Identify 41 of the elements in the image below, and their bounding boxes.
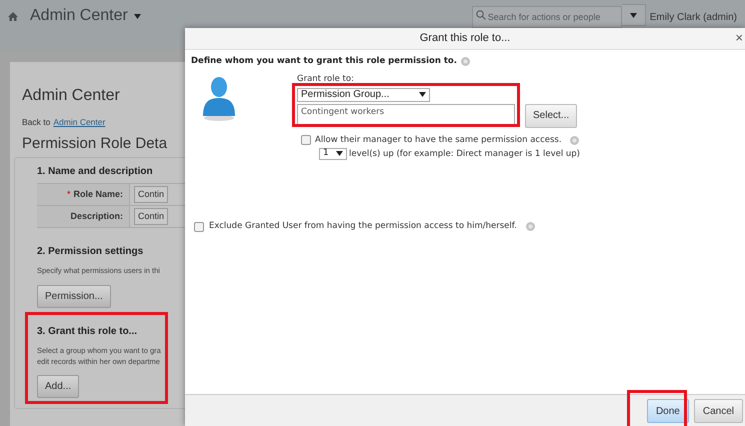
done-button[interactable]: Done bbox=[646, 399, 689, 424]
user-name[interactable]: Emily Clark (admin) bbox=[650, 10, 737, 25]
section-title: 3. Grant this role to... bbox=[37, 324, 138, 338]
required-mark: * bbox=[66, 188, 70, 201]
checkbox[interactable] bbox=[194, 222, 204, 232]
cancel-button[interactable]: Cancel bbox=[694, 399, 743, 424]
field-label: Description: bbox=[70, 210, 123, 223]
back-text: Back to bbox=[22, 116, 50, 129]
select-button[interactable]: Select... bbox=[525, 104, 578, 128]
caret-icon bbox=[134, 14, 141, 18]
admin-center-link[interactable]: Admin Center bbox=[53, 116, 106, 129]
checkbox-label: Exclude Granted User from having the permission access to him/herself. bbox=[209, 220, 517, 233]
help-icon bbox=[461, 56, 470, 66]
help-icon bbox=[526, 222, 535, 232]
dialog-title: Grant this role to... bbox=[420, 31, 510, 46]
search-field[interactable]: Search for actions or people bbox=[472, 6, 622, 28]
home-icon[interactable] bbox=[8, 12, 18, 21]
intro-text: Define whom you want to grant this role permission to. bbox=[191, 55, 457, 68]
search-icon bbox=[476, 10, 486, 20]
page-title: Permission Role Deta bbox=[22, 134, 168, 154]
checkbox-label: Allow their manager to have the same permission access. bbox=[315, 134, 562, 146]
caret-icon bbox=[419, 92, 426, 98]
page-heading: Admin Center bbox=[22, 86, 121, 106]
section-title: 1. Name and description bbox=[37, 165, 154, 180]
input-field[interactable]: Contingent workers bbox=[297, 104, 515, 125]
role-type-select[interactable]: Permission Group... bbox=[297, 88, 430, 102]
grant-role-label: Grant role to: bbox=[297, 74, 355, 84]
caret-icon bbox=[336, 151, 343, 156]
levels-select[interactable]: 1 bbox=[319, 148, 347, 160]
help-icon bbox=[570, 136, 579, 145]
field-label: Role Name: bbox=[73, 188, 123, 201]
checkbox[interactable] bbox=[301, 135, 311, 146]
levels-text: level(s) up (for example: Direct manager is 1 level up) bbox=[349, 148, 580, 160]
app-title-menu[interactable]: Admin Center bbox=[30, 4, 141, 28]
action-button[interactable]: Permission... bbox=[37, 284, 111, 308]
caret-icon bbox=[630, 12, 637, 18]
input-field[interactable]: Contin bbox=[134, 208, 168, 226]
section-title: 2. Permission settings bbox=[37, 245, 144, 260]
input-field[interactable]: Contin bbox=[134, 186, 168, 204]
action-button[interactable]: Add... bbox=[37, 375, 80, 398]
close-button[interactable]: × bbox=[735, 30, 743, 46]
